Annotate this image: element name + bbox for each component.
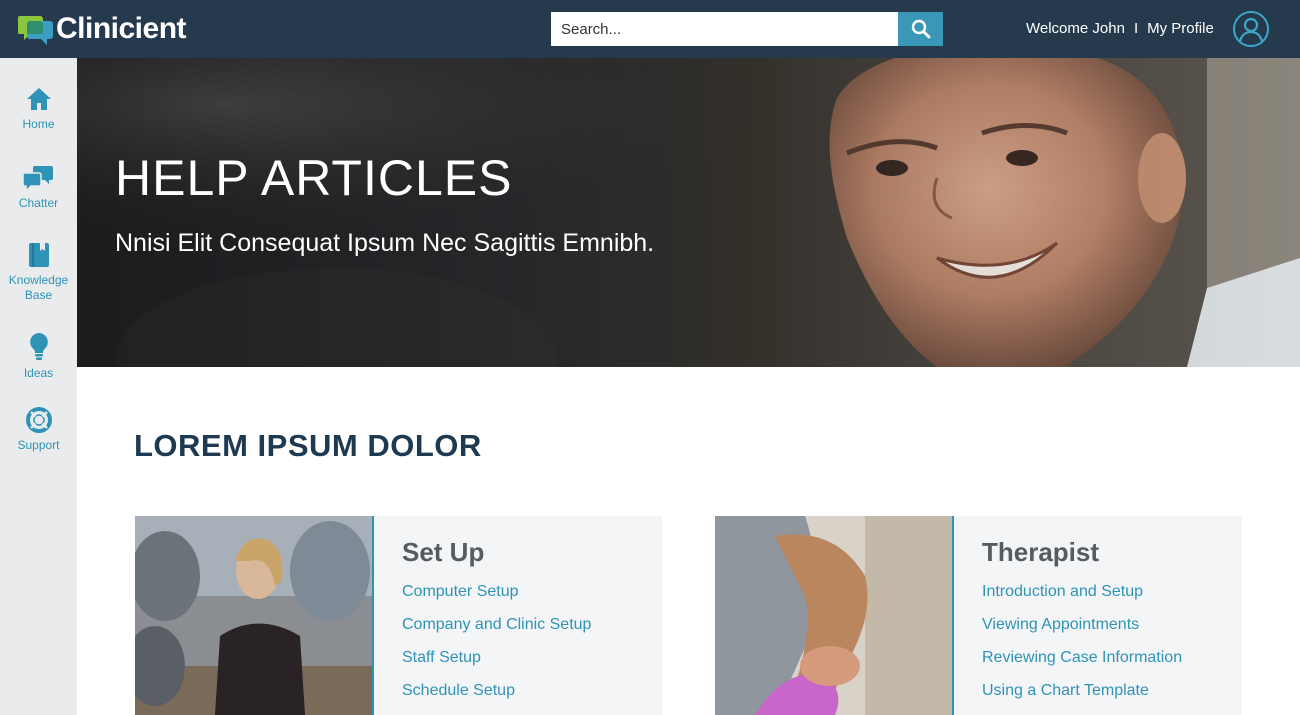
lightbulb-icon [29, 333, 48, 360]
search-input[interactable] [551, 12, 898, 46]
search-bar [551, 12, 943, 46]
list-item: Using a Chart Template [982, 681, 1182, 714]
list-item: Company and Clinic Setup [402, 615, 591, 648]
list-item: Introduction and Setup [982, 582, 1182, 615]
sidebar-item-label: Ideas [23, 366, 54, 380]
link-introduction-setup[interactable]: Introduction and Setup [982, 583, 1143, 600]
link-company-clinic-setup[interactable]: Company and Clinic Setup [402, 616, 591, 633]
category-card-setup: Set Up Computer Setup Company and Clinic… [135, 516, 662, 715]
top-navigation-bar: Clinicient Welcome John I My Profile [0, 0, 1300, 58]
link-staff-setup[interactable]: Staff Setup [402, 649, 481, 666]
user-avatar-icon[interactable] [1233, 11, 1269, 47]
card-link-list: Introduction and Setup Viewing Appointme… [982, 582, 1182, 714]
clinicient-logo[interactable]: Clinicient [17, 12, 187, 46]
chat-bubbles-icon [22, 166, 53, 192]
category-card-therapist: Therapist Introduction and Setup Viewing… [715, 516, 1242, 715]
search-icon [911, 19, 930, 39]
card-link-list: Computer Setup Company and Clinic Setup … [402, 582, 591, 714]
user-greeting: Welcome John I My Profile [1026, 19, 1214, 39]
list-item: Schedule Setup [402, 681, 591, 714]
hero-photo-smiling-man [77, 58, 1300, 367]
search-button[interactable] [898, 12, 943, 46]
my-profile-link[interactable]: My Profile [1147, 20, 1214, 37]
list-item: Staff Setup [402, 648, 591, 681]
card-title: Set Up [402, 537, 485, 567]
sidebar-item-label: Knowledge Base [8, 273, 69, 302]
welcome-text: Welcome John [1026, 20, 1125, 37]
sidebar-item-label: Support [17, 438, 60, 452]
sidebar-navigation: Home Chatter Knowledge Base Ideas Suppor… [0, 58, 77, 715]
list-item: Reviewing Case Information [982, 648, 1182, 681]
link-using-chart-template[interactable]: Using a Chart Template [982, 682, 1149, 699]
home-icon [26, 88, 51, 110]
card-divider [372, 516, 374, 715]
link-reviewing-case-information[interactable]: Reviewing Case Information [982, 649, 1182, 666]
hero-title: HELP ARTICLES [115, 150, 513, 206]
hero-subtitle: Nnisi Elit Consequat Ipsum Nec Sagittis … [115, 229, 655, 257]
section-title: LOREM IPSUM DOLOR [134, 428, 482, 463]
link-schedule-setup[interactable]: Schedule Setup [402, 682, 515, 699]
logo-chat-bubbles-icon [17, 12, 54, 46]
lifebuoy-icon [25, 407, 52, 433]
sidebar-item-ideas[interactable]: Ideas [0, 332, 77, 381]
setup-photo [135, 516, 372, 715]
sidebar-item-label: Home [22, 117, 55, 131]
sidebar-item-support[interactable]: Support [0, 406, 77, 453]
book-icon [28, 243, 49, 267]
link-viewing-appointments[interactable]: Viewing Appointments [982, 616, 1139, 633]
therapist-photo [715, 516, 952, 715]
card-divider [952, 516, 954, 715]
list-item: Viewing Appointments [982, 615, 1182, 648]
list-item: Computer Setup [402, 582, 591, 615]
logo-text: Clinicient [56, 12, 187, 45]
card-title: Therapist [982, 537, 1100, 567]
sidebar-item-knowledge-base[interactable]: Knowledge Base [0, 241, 77, 303]
sidebar-item-label: Chatter [18, 196, 59, 210]
hero-banner: HELP ARTICLES Nnisi Elit Consequat Ipsum… [77, 58, 1300, 367]
sidebar-item-home[interactable]: Home [0, 85, 77, 132]
separator: I [1133, 20, 1139, 37]
sidebar-item-chatter[interactable]: Chatter [0, 164, 77, 211]
link-computer-setup[interactable]: Computer Setup [402, 583, 519, 600]
